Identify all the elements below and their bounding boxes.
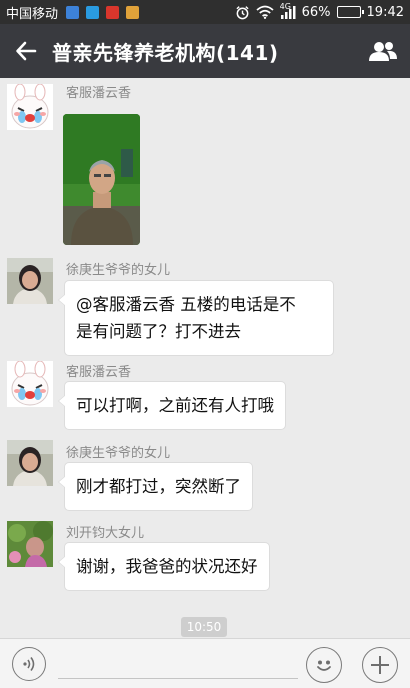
message-bubble[interactable]: 可以打啊，之前还有人打哦 (58, 381, 286, 430)
voice-icon (23, 657, 35, 671)
avatar[interactable] (7, 361, 53, 407)
carrier-label: 中国移动 (6, 6, 59, 22)
avatar[interactable] (7, 84, 53, 130)
message-text-line: 谢谢，我爸爸的状况还好 (76, 557, 258, 576)
store-notification-icon (106, 5, 120, 19)
emoji-icon (317, 660, 331, 671)
avatar[interactable] (7, 440, 53, 486)
cartoon-bunny-avatar (7, 84, 53, 130)
group-members-icon (369, 42, 397, 61)
cartoon-bunny-avatar (7, 361, 53, 407)
sender-name: 客服潘云香 (66, 365, 132, 380)
avatar[interactable] (7, 258, 53, 304)
app-notification-icon (86, 5, 100, 19)
shared-photo[interactable] (63, 114, 140, 245)
sender-name: 徐庚生爷爷的女儿 (66, 263, 171, 278)
elderly-man-photo (63, 114, 140, 245)
message-text-line: @客服潘云香 五楼的电话是不 (76, 295, 296, 314)
message-text-line: 可以打啊，之前还有人打哦 (76, 396, 274, 415)
chat-area[interactable]: 客服潘云香 徐庚生爷爷的女儿 @客服潘云香 五楼的电话是不 是有问题了？打不进去 (0, 78, 410, 638)
wifi-icon (256, 5, 274, 19)
message-bubble[interactable]: @客服潘云香 五楼的电话是不 是有问题了？打不进去 (58, 280, 334, 356)
input-bar (0, 638, 410, 688)
woman-photo-avatar (7, 258, 53, 304)
garden-photo-avatar (7, 521, 53, 567)
message-input[interactable] (58, 649, 298, 679)
game-notification-icon (126, 5, 140, 19)
sender-name: 徐庚生爷爷的女儿 (66, 446, 171, 461)
avatar[interactable] (7, 521, 53, 567)
message-text-line: 是有问题了？打不进去 (76, 322, 241, 341)
more-button[interactable] (362, 647, 398, 683)
group-members-button[interactable] (364, 32, 402, 70)
sender-name: 刘开钧大女儿 (66, 526, 145, 541)
chat-title: 普亲先锋养老机构(141) (52, 40, 279, 65)
clock: 19:42 (366, 4, 404, 20)
battery-percent: 66% (301, 4, 331, 20)
plus-icon (371, 656, 389, 674)
emoji-button[interactable] (306, 647, 342, 683)
woman-photo-avatar (7, 440, 53, 486)
sender-name: 客服潘云香 (66, 86, 132, 101)
title-bar: 普亲先锋养老机构(141) (0, 24, 410, 78)
timestamp-badge: 10:50 (181, 617, 227, 637)
network-type-label: 4G (279, 2, 291, 11)
message-bubble[interactable]: 刚才都打过，突然断了 (58, 462, 253, 511)
message-text-line: 刚才都打过，突然断了 (76, 477, 241, 496)
alarm-icon (236, 5, 249, 19)
gallery-notification-icon (66, 5, 80, 19)
voice-button[interactable] (12, 647, 46, 681)
back-button[interactable] (0, 24, 52, 78)
arrow-left-icon (16, 41, 37, 61)
battery-icon (336, 6, 364, 18)
status-bar: 中国移动 4G 66% 19:42 (0, 0, 410, 24)
message-bubble[interactable]: 谢谢，我爸爸的状况还好 (58, 542, 270, 591)
